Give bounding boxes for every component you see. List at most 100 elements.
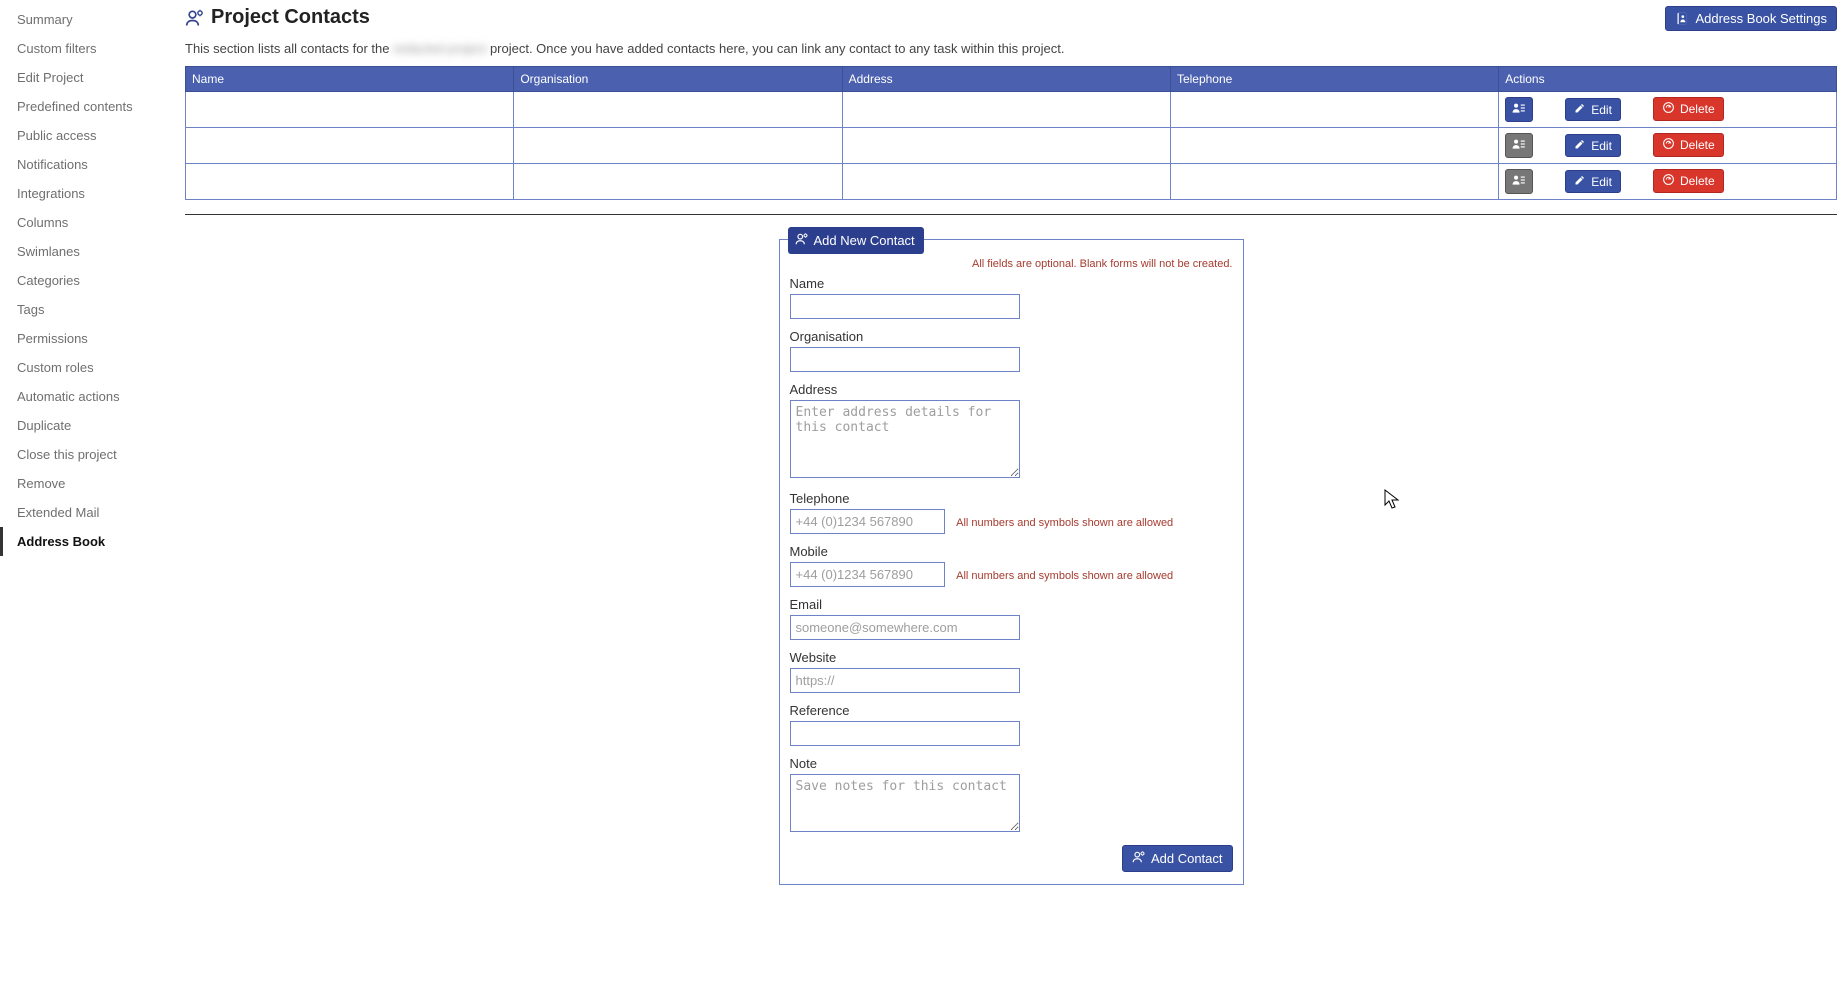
sidebar-item-automatic-actions[interactable]: Automatic actions [0,382,175,411]
organisation-label: Organisation [790,329,1233,344]
contacts-icon [185,8,205,28]
user-list-icon [1512,138,1526,153]
sidebar-item-columns[interactable]: Columns [0,208,175,237]
sidebar-item-notifications[interactable]: Notifications [0,150,175,179]
cell-organisation [514,128,842,164]
col-name: Name [186,67,514,92]
cell-telephone [1170,164,1498,200]
table-row: Edit Delete [186,92,1837,128]
sidebar-item-close-project[interactable]: Close this project [0,440,175,469]
delete-icon [1662,101,1675,117]
note-input[interactable] [790,774,1020,832]
edit-label: Edit [1591,139,1612,153]
sidebar-item-permissions[interactable]: Permissions [0,324,175,353]
mobile-input[interactable] [790,562,945,587]
mobile-label: Mobile [790,544,1233,559]
website-label: Website [790,650,1233,665]
cell-actions: Edit Delete [1499,128,1837,164]
delete-contact-button[interactable]: Delete [1653,97,1724,121]
sidebar-item-edit-project[interactable]: Edit Project [0,63,175,92]
delete-label: Delete [1680,102,1715,116]
add-contact-form: Add New Contact All fields are optional.… [779,239,1244,885]
mobile-hint: All numbers and symbols shown are allowe… [956,570,1173,582]
contacts-table: NameOrganisationAddressTelephoneActions … [185,66,1837,200]
cell-address [842,92,1170,128]
telephone-hint: All numbers and symbols shown are allowe… [956,517,1173,529]
email-input[interactable] [790,615,1020,640]
edit-contact-button[interactable]: Edit [1565,170,1621,193]
col-actions: Actions [1499,67,1837,92]
address-label: Address [790,382,1233,397]
sidebar-item-duplicate[interactable]: Duplicate [0,411,175,440]
col-telephone: Telephone [1170,67,1498,92]
pencil-icon [1574,138,1586,153]
sidebar-item-integrations[interactable]: Integrations [0,179,175,208]
sidebar-item-address-book[interactable]: Address Book [0,527,175,556]
address-book-settings-button[interactable]: Address Book Settings [1665,6,1837,31]
cell-telephone [1170,128,1498,164]
view-contact-button[interactable] [1505,133,1533,158]
sidebar-item-predefined-contents[interactable]: Predefined contents [0,92,175,121]
edit-contact-button[interactable]: Edit [1565,134,1621,157]
form-badge: Add New Contact [788,227,924,254]
sidebar-item-public-access[interactable]: Public access [0,121,175,150]
sidebar: SummaryCustom filtersEdit ProjectPredefi… [0,0,175,915]
reference-input[interactable] [790,721,1020,746]
cell-telephone [1170,92,1498,128]
form-note-optional: All fields are optional. Blank forms wil… [790,258,1233,270]
user-list-icon [1512,174,1526,189]
sidebar-item-tags[interactable]: Tags [0,295,175,324]
settings-button-label: Address Book Settings [1695,11,1827,26]
sidebar-item-remove[interactable]: Remove [0,469,175,498]
sidebar-item-custom-roles[interactable]: Custom roles [0,353,175,382]
sidebar-item-summary[interactable]: Summary [0,5,175,34]
col-address: Address [842,67,1170,92]
cell-name [186,164,514,200]
view-contact-button[interactable] [1505,169,1533,194]
cell-address [842,128,1170,164]
delete-icon [1662,173,1675,189]
desc-prefix: This section lists all contacts for the [185,41,393,56]
name-input[interactable] [790,294,1020,319]
organisation-input[interactable] [790,347,1020,372]
top-bar: Project Contacts Address Book Settings [185,6,1837,31]
sidebar-item-custom-filters[interactable]: Custom filters [0,34,175,63]
delete-icon [1662,137,1675,153]
website-input[interactable] [790,668,1020,693]
pencil-icon [1574,102,1586,117]
add-contact-label: Add Contact [1151,851,1223,866]
delete-contact-button[interactable]: Delete [1653,133,1724,157]
page-title: Project Contacts [211,6,370,29]
sidebar-item-swimlanes[interactable]: Swimlanes [0,237,175,266]
form-badge-label: Add New Contact [814,233,915,248]
edit-contact-button[interactable]: Edit [1565,98,1621,121]
note-label: Note [790,756,1233,771]
cell-organisation [514,164,842,200]
telephone-label: Telephone [790,491,1233,506]
name-label: Name [790,276,1233,291]
edit-label: Edit [1591,175,1612,189]
desc-suffix: project. Once you have added contacts he… [486,41,1064,56]
edit-label: Edit [1591,103,1612,117]
delete-contact-button[interactable]: Delete [1653,169,1724,193]
add-user-icon [795,232,809,249]
desc-redacted: redacted project [393,41,486,56]
table-row: Edit Delete [186,164,1837,200]
sidebar-item-extended-mail[interactable]: Extended Mail [0,498,175,527]
table-row: Edit Delete [186,128,1837,164]
cell-organisation [514,92,842,128]
section-description: This section lists all contacts for the … [185,41,1837,56]
delete-label: Delete [1680,138,1715,152]
delete-label: Delete [1680,174,1715,188]
col-organisation: Organisation [514,67,842,92]
email-label: Email [790,597,1233,612]
reference-label: Reference [790,703,1233,718]
telephone-input[interactable] [790,509,945,534]
cell-name [186,92,514,128]
cell-address [842,164,1170,200]
add-contact-button[interactable]: Add Contact [1122,845,1233,872]
sidebar-item-categories[interactable]: Categories [0,266,175,295]
view-contact-button[interactable] [1505,97,1533,122]
cell-name [186,128,514,164]
address-input[interactable] [790,400,1020,478]
